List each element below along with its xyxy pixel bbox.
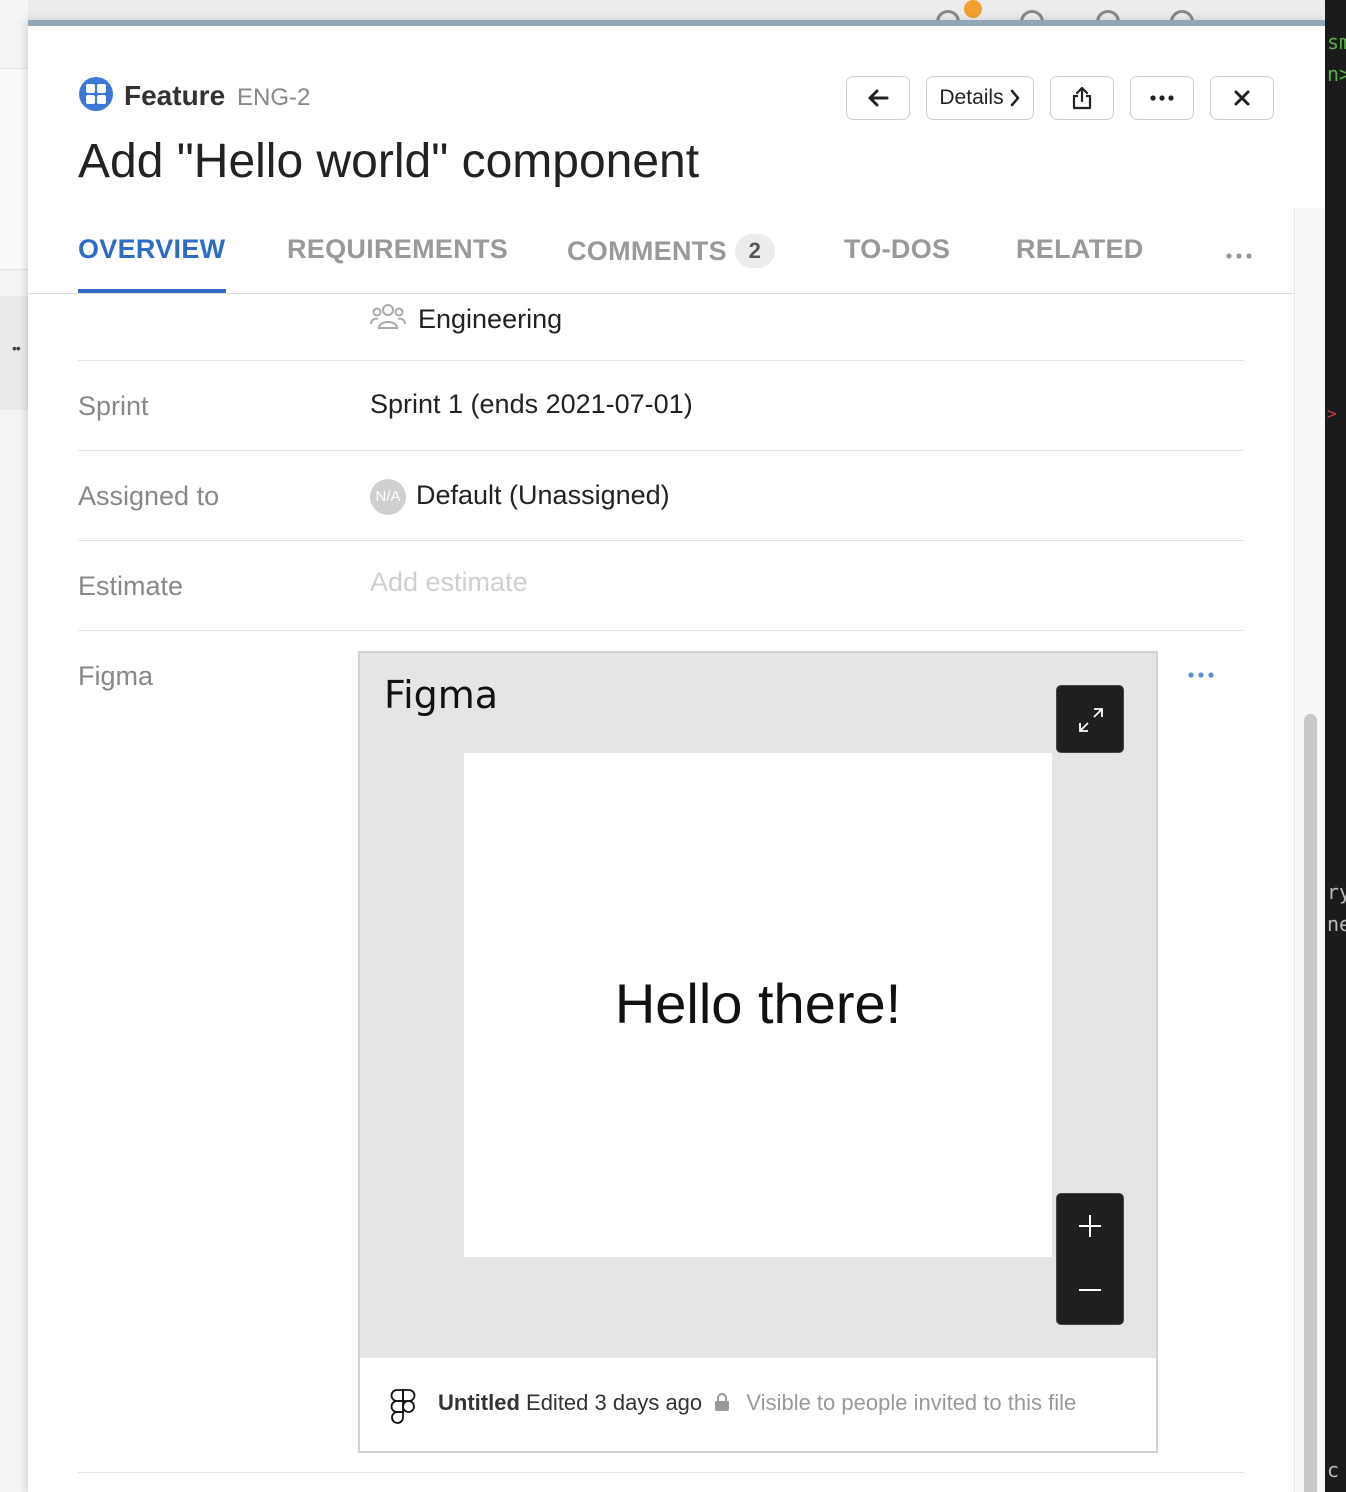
ellipsis-icon <box>1150 95 1174 101</box>
figma-footer: Untitled Edited 3 days ago Visible to pe… <box>360 1357 1156 1451</box>
lock-icon <box>715 1393 730 1411</box>
expand-icon <box>1079 708 1103 732</box>
zoom-in-button[interactable] <box>1057 1194 1123 1258</box>
estimate-input[interactable]: Add estimate <box>370 567 528 598</box>
avatar: N/A <box>370 479 406 515</box>
active-tab-indicator <box>78 289 226 293</box>
background-app-left: •• <box>0 0 28 1492</box>
record-id: ENG-2 <box>237 84 311 111</box>
team-icon <box>370 304 406 329</box>
figma-visibility: Visible to people invited to this file <box>746 1390 1077 1415</box>
field-row-team: Engineering <box>78 294 1244 361</box>
team-value[interactable]: Engineering <box>370 302 562 335</box>
page-title[interactable]: Add "Hello world" component <box>78 134 699 189</box>
tab-bar: OVERVIEW REQUIREMENTS COMMENTS 2 TO-DOS R… <box>28 226 1295 294</box>
terminal-text: c <box>1327 1458 1340 1482</box>
close-icon <box>1234 90 1250 106</box>
drawer-header: Feature ENG-2 Add "Hello world" componen… <box>28 26 1325 294</box>
figma-frame-text: Hello there! <box>614 972 902 1035</box>
ellipsis-icon <box>1226 253 1252 259</box>
ellipsis-icon <box>1188 672 1214 678</box>
estimate-label: Estimate <box>78 571 184 601</box>
figma-frame: Hello there! <box>464 753 1052 1257</box>
field-row-estimate: Estimate Add estimate <box>78 541 1244 631</box>
assigned-value[interactable]: N/A Default (Unassigned) <box>370 479 670 515</box>
feature-detail-drawer: Feature ENG-2 Add "Hello world" componen… <box>28 20 1325 1492</box>
plus-icon <box>1079 1215 1101 1237</box>
tabs-more-button[interactable] <box>1226 246 1252 264</box>
more-actions-button[interactable] <box>1130 76 1194 120</box>
assignee-name: Default (Unassigned) <box>416 480 670 510</box>
tab-todos[interactable]: TO-DOS <box>844 234 950 265</box>
field-row-assigned: Assigned to N/A Default (Unassigned) <box>78 451 1244 541</box>
scrollbar-thumb[interactable] <box>1304 714 1317 1492</box>
back-button[interactable] <box>846 76 910 120</box>
background-panel <box>0 68 28 270</box>
terminal-text: ne <box>1327 912 1346 936</box>
sprint-label: Sprint <box>78 391 149 421</box>
figma-wordmark: Figma <box>384 673 499 717</box>
assigned-label: Assigned to <box>78 481 220 511</box>
details-button[interactable]: Details <box>926 76 1034 120</box>
figma-edited-time: Edited 3 days ago <box>526 1390 703 1415</box>
background-terminal: sm n> > ry ne c <box>1325 0 1346 1492</box>
comment-count-badge: 2 <box>734 234 775 268</box>
sprint-value[interactable]: Sprint 1 (ends 2021-07-01) <box>370 389 693 420</box>
figma-file-info: Untitled Edited 3 days ago Visible to pe… <box>438 1390 1076 1416</box>
feature-type-icon <box>79 77 113 111</box>
notification-dot <box>964 0 982 18</box>
tab-comments-label: COMMENTS <box>567 236 727 266</box>
minus-icon <box>1079 1289 1101 1291</box>
zoom-controls <box>1056 1193 1124 1325</box>
tab-overview[interactable]: OVERVIEW <box>78 234 225 265</box>
terminal-text: > <box>1327 404 1337 423</box>
figma-logo-icon <box>390 1389 416 1424</box>
tab-requirements[interactable]: REQUIREMENTS <box>287 234 508 265</box>
details-label: Details <box>939 86 1004 109</box>
arrow-left-icon <box>868 89 889 107</box>
close-button[interactable] <box>1210 76 1274 120</box>
share-button[interactable] <box>1050 76 1114 120</box>
terminal-text: ry <box>1327 880 1346 904</box>
team-name: Engineering <box>418 304 563 334</box>
embed-more-button[interactable] <box>1188 666 1214 684</box>
expand-button[interactable] <box>1056 685 1124 753</box>
terminal-text: sm <box>1327 30 1346 54</box>
field-row-sprint: Sprint Sprint 1 (ends 2021-07-01) <box>78 361 1244 451</box>
share-icon <box>1072 86 1092 110</box>
scrollbar[interactable] <box>1294 208 1325 1492</box>
figma-file-name[interactable]: Untitled <box>438 1390 520 1415</box>
figma-label: Figma <box>78 661 154 691</box>
background-more-icon: •• <box>12 340 21 356</box>
tab-comments[interactable]: COMMENTS 2 <box>567 234 775 268</box>
tab-related[interactable]: RELATED <box>1016 234 1144 265</box>
figma-embed: Figma Hello there! Untitled Edited 3 day… <box>358 651 1158 1453</box>
zoom-out-button[interactable] <box>1057 1258 1123 1322</box>
figma-canvas[interactable]: Figma Hello there! <box>360 653 1156 1357</box>
chevron-right-icon <box>1010 89 1019 107</box>
record-type-label: Feature <box>124 80 226 111</box>
terminal-text: n> <box>1327 62 1346 86</box>
